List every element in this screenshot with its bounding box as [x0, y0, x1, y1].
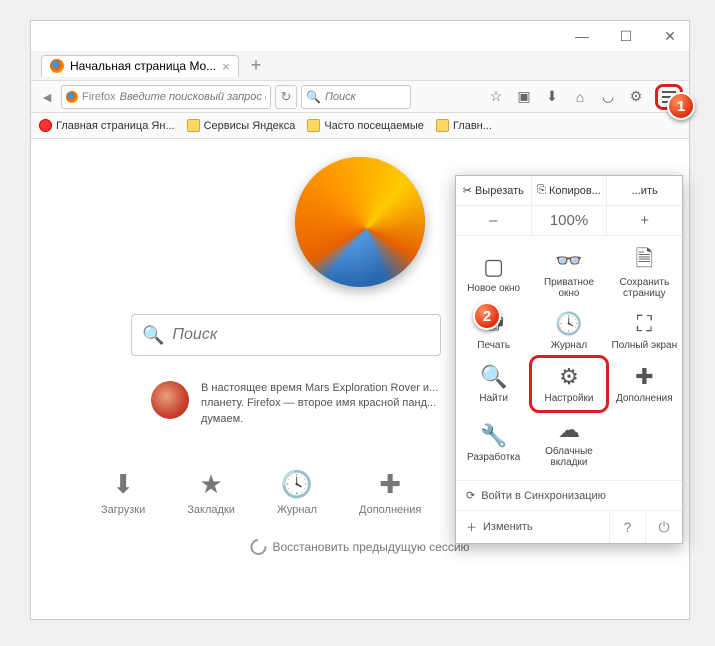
menu-footer: ＋Изменить ? ⏻ [456, 510, 682, 543]
gear-icon[interactable]: ⚙ [627, 88, 645, 105]
snippet-block: В настоящее время Mars Exploration Rover… [151, 381, 451, 427]
menu-cloud-tabs[interactable]: ☁Облачные вкладки [531, 411, 606, 474]
paste-button[interactable]: ...ить [607, 176, 682, 205]
bookmark-item[interactable]: Главная страница Ян... [39, 119, 175, 132]
menu-help[interactable]: ? [610, 511, 646, 543]
browser-window: — ☐ ✕ Начальная страница Mo... × + ◄ Fir… [30, 20, 690, 620]
plus-icon: ＋ [466, 519, 477, 535]
minimize-button[interactable]: — [569, 28, 595, 44]
close-button[interactable]: ✕ [657, 28, 683, 45]
zoom-in-button[interactable]: + [607, 206, 682, 235]
firefox-logo [295, 157, 425, 287]
scissors-icon: ✂ [463, 184, 472, 197]
puzzle-icon: ✚ [379, 469, 401, 500]
feed-icon[interactable]: ▣ [515, 88, 533, 105]
folder-icon [436, 119, 449, 132]
zoom-row: – 100% + [456, 206, 682, 236]
menu-fullscreen[interactable]: ⛶Полный экран [607, 305, 682, 357]
new-tab-button[interactable]: + [251, 55, 262, 76]
page-content: 🔍 В настоящее время Mars Exploration Rov… [31, 139, 689, 619]
bookmarks-bar: Главная страница Ян... Сервисы Яндекса Ч… [31, 113, 689, 139]
window-icon: ▢ [483, 254, 504, 280]
toolbar-icons: ☆ ▣ ⬇ ⌂ ◡ ⚙ [487, 84, 683, 110]
restore-icon [247, 536, 270, 559]
menu-addons[interactable]: ✚Дополнения [607, 357, 682, 411]
clock-icon: 🕓 [555, 311, 582, 337]
copy-button[interactable]: ⎘Копиров... [532, 176, 608, 205]
annotation-badge-2: 2 [473, 302, 501, 330]
search-icon: 🔍 [306, 90, 321, 104]
homepage-search-input[interactable] [172, 326, 430, 344]
app-menu-panel: ✂Вырезать ⎘Копиров... ...ить – 100% + ▢Н… [455, 175, 683, 544]
edit-row: ✂Вырезать ⎘Копиров... ...ить [456, 176, 682, 206]
fullscreen-icon: ⛶ [637, 311, 652, 337]
tab-title: Начальная страница Mo... [70, 59, 216, 73]
mask-icon: 👓 [555, 248, 582, 274]
pocket-icon[interactable]: ◡ [599, 88, 617, 105]
bookmark-item[interactable]: Сервисы Яндекса [187, 119, 296, 132]
url-bar[interactable]: Firefox [61, 85, 271, 109]
gear-icon: ⚙ [559, 364, 579, 390]
menu-sync[interactable]: ⟳Войти в Синхронизацию [456, 480, 682, 510]
puzzle-icon: ✚ [635, 364, 653, 390]
home-icon[interactable]: ⌂ [571, 89, 589, 105]
reload-button[interactable]: ↻ [275, 85, 297, 109]
menu-find[interactable]: 🔍Найти [456, 357, 531, 411]
back-button[interactable]: ◄ [37, 89, 57, 105]
restore-session[interactable]: Восстановить предыдущую сессию [250, 539, 469, 555]
menu-settings[interactable]: ⚙Настройки [529, 355, 608, 413]
bookmark-star-icon[interactable]: ☆ [487, 88, 505, 105]
tab-strip: Начальная страница Mo... × + [31, 51, 689, 81]
clock-icon: 🕓 [281, 469, 313, 500]
menu-exit[interactable]: ⏻ [646, 511, 682, 543]
menu-grid: ▢Новое окно 👓Приватное окно 🗎Сохранить с… [456, 236, 682, 480]
page-icon: 🗎 [635, 248, 653, 274]
bookmark-item[interactable]: Главн... [436, 119, 492, 132]
annotation-badge-1: 1 [667, 92, 695, 120]
nav-toolbar: ◄ Firefox ↻ 🔍 ☆ ▣ ⬇ ⌂ ◡ ⚙ [31, 81, 689, 113]
menu-save-page[interactable]: 🗎Сохранить страницу [607, 242, 682, 305]
sync-icon: ⟳ [466, 489, 475, 502]
snippet-text: В настоящее время Mars Exploration Rover… [201, 381, 451, 427]
cloud-icon: ☁ [558, 417, 580, 443]
copy-icon: ⎘ [537, 184, 546, 197]
cut-button[interactable]: ✂Вырезать [456, 176, 532, 205]
url-input[interactable] [120, 91, 266, 103]
window-controls: — ☐ ✕ [31, 21, 689, 51]
maximize-button[interactable]: ☐ [613, 28, 639, 45]
launcher-downloads[interactable]: ⬇Загрузки [101, 469, 145, 516]
launcher-history[interactable]: 🕓Журнал [277, 469, 317, 516]
menu-empty [607, 411, 682, 474]
homepage-search[interactable]: 🔍 [131, 314, 441, 356]
search-input[interactable] [325, 91, 406, 103]
firefox-icon [50, 59, 64, 73]
menu-developer[interactable]: 🔧Разработка [456, 411, 531, 474]
yandex-icon [39, 119, 52, 132]
search-icon: 🔍 [142, 325, 164, 346]
folder-icon [307, 119, 320, 132]
zoom-out-button[interactable]: – [456, 206, 532, 235]
mars-icon [151, 381, 189, 419]
download-icon: ⬇ [112, 469, 134, 500]
bookmark-item[interactable]: Часто посещаемые [307, 119, 424, 132]
tab-close-icon[interactable]: × [222, 59, 230, 74]
identity-icon [66, 91, 78, 103]
menu-new-window[interactable]: ▢Новое окно [456, 242, 531, 305]
tab-active[interactable]: Начальная страница Mo... × [41, 55, 239, 77]
wrench-icon: 🔧 [480, 423, 507, 449]
downloads-icon[interactable]: ⬇ [543, 88, 561, 105]
folder-icon [187, 119, 200, 132]
zoom-value: 100% [532, 206, 608, 235]
launcher-bookmarks[interactable]: ★Закладки [187, 469, 235, 516]
star-icon: ★ [199, 469, 222, 500]
menu-history[interactable]: 🕓Журнал [531, 305, 606, 357]
search-icon: 🔍 [480, 364, 507, 390]
search-bar[interactable]: 🔍 [301, 85, 411, 109]
menu-private-window[interactable]: 👓Приватное окно [531, 242, 606, 305]
menu-customize[interactable]: ＋Изменить [456, 511, 610, 543]
url-label: Firefox [82, 91, 116, 103]
launcher-addons[interactable]: ✚Дополнения [359, 469, 421, 516]
